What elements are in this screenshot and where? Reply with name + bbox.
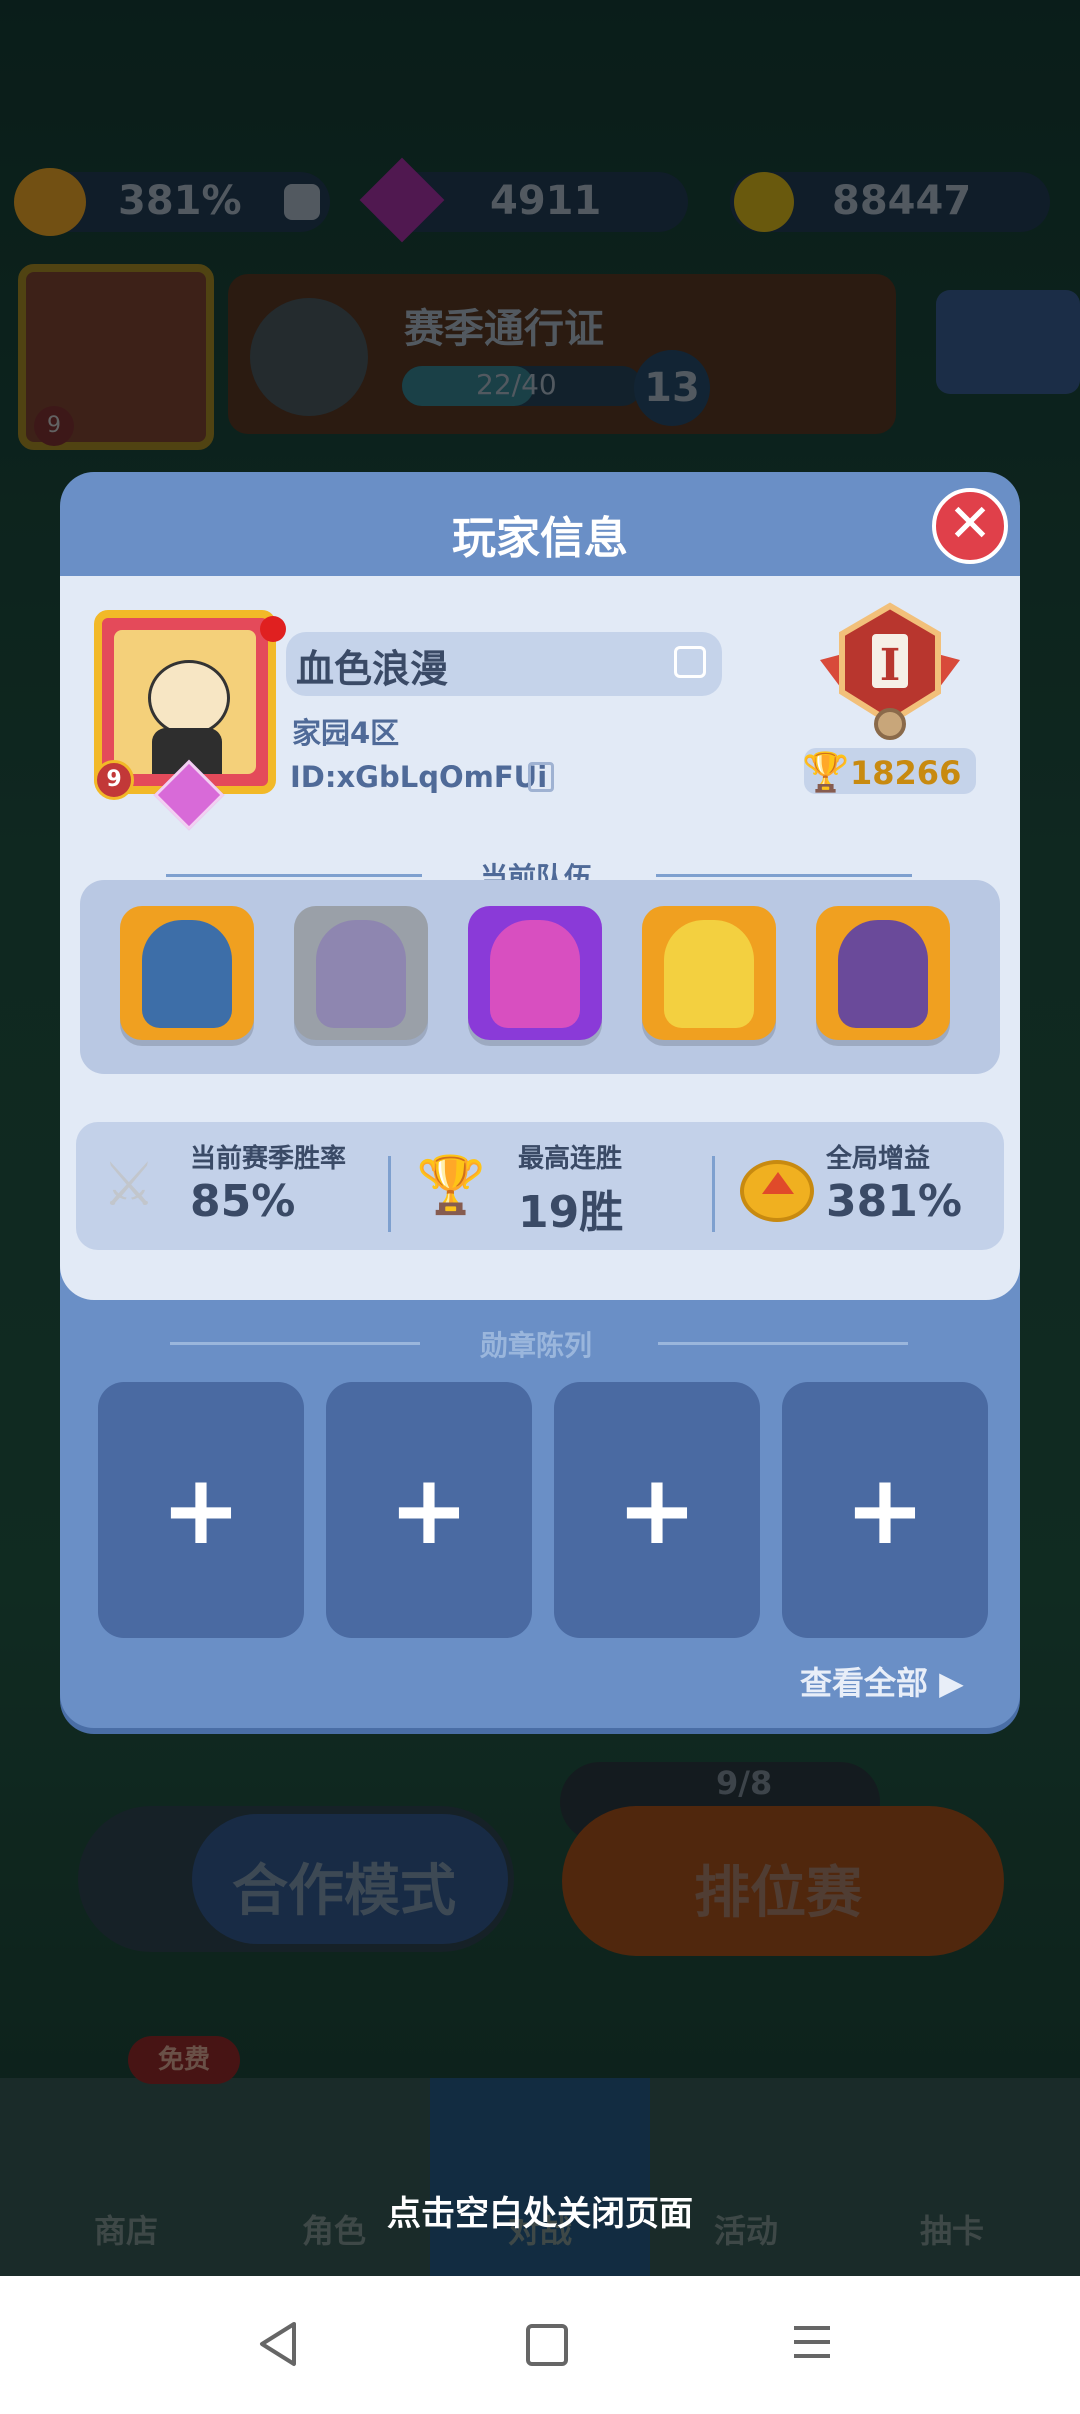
- winrate-label: 当前赛季胜率: [190, 1144, 347, 1174]
- boost-label: 全局增益: [826, 1144, 931, 1174]
- pink-brute-hero[interactable]: [468, 906, 602, 1040]
- medal-slot-2[interactable]: +: [326, 1382, 532, 1638]
- crossed-swords-icon: ⚔: [102, 1150, 156, 1220]
- avatar-face: [148, 660, 230, 736]
- streak-value: 19胜: [518, 1187, 624, 1238]
- stat-divider-1: [388, 1156, 391, 1232]
- modal-title: 玩家信息: [452, 513, 628, 564]
- system-navigation-bar: [0, 2276, 1080, 2414]
- recents-menu-icon[interactable]: [790, 2322, 834, 2362]
- hero-portrait: [316, 920, 406, 1028]
- medal-slot-1[interactable]: +: [98, 1382, 304, 1638]
- medals-title: 勋章陈列: [480, 1329, 593, 1362]
- home-icon[interactable]: [526, 2324, 568, 2366]
- boost-up-icon: [740, 1160, 814, 1222]
- dark-knight-hero[interactable]: [816, 906, 950, 1040]
- back-icon[interactable]: [256, 2320, 300, 2368]
- player-id: ID:xGbLqOmFUi: [290, 760, 548, 794]
- divider-left: [166, 874, 422, 877]
- trophy-count: 18266: [850, 754, 962, 792]
- medal-slot-3[interactable]: +: [554, 1382, 760, 1638]
- medal-divider-left: [170, 1342, 420, 1345]
- medal-divider-right: [658, 1342, 908, 1345]
- notification-dot: [260, 616, 286, 642]
- golden-warrior-hero[interactable]: [642, 906, 776, 1040]
- medal-slot-4[interactable]: +: [782, 1382, 988, 1638]
- hero-portrait: [664, 920, 754, 1028]
- player-card: 9 血色浪漫 家园4区 ID:xGbLqOmFUi I 🏆 18266 当前队伍…: [60, 576, 1020, 1300]
- rank-emblem-icon: I: [820, 602, 960, 740]
- player-name: 血色浪漫: [296, 647, 449, 691]
- copy-id-icon[interactable]: [528, 762, 554, 792]
- streak-label: 最高连胜: [518, 1144, 623, 1174]
- boost-value: 381%: [826, 1176, 962, 1227]
- hero-portrait: [490, 920, 580, 1028]
- avatar-level-badge: 9: [94, 760, 134, 800]
- player-info-modal: 玩家信息 ✕ 9 血色浪漫 家园4区 ID:xGbLqOmFUi I 🏆 182…: [60, 472, 1020, 1728]
- close-icon[interactable]: ✕: [932, 488, 1008, 564]
- edit-name-icon[interactable]: [674, 646, 706, 678]
- trophy-cup-icon: 🏆: [416, 1153, 486, 1218]
- rank-letter: I: [880, 640, 901, 691]
- boost-arrow: [762, 1172, 794, 1194]
- stat-divider-2: [712, 1156, 715, 1232]
- divider-right: [656, 874, 912, 877]
- close-hint: 点击空白处关闭页面: [387, 2194, 693, 2234]
- winrate-value: 85%: [190, 1176, 296, 1227]
- avatar-portrait: [114, 630, 256, 774]
- trophy-icon: 🏆: [802, 750, 850, 794]
- hero-portrait: [838, 920, 928, 1028]
- see-all-link[interactable]: 查看全部 ▶: [800, 1658, 964, 1704]
- gray-ninja-hero[interactable]: [294, 906, 428, 1040]
- hero-portrait: [142, 920, 232, 1028]
- player-server: 家园4区: [292, 716, 400, 750]
- ice-golem-hero[interactable]: [120, 906, 254, 1040]
